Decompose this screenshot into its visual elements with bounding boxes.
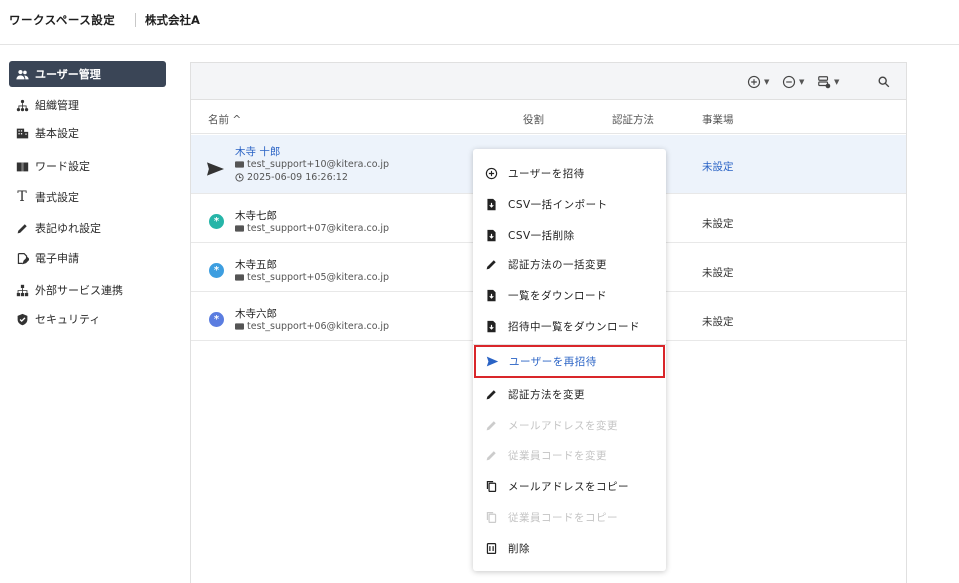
file-import-icon xyxy=(484,197,498,211)
mail-icon xyxy=(235,225,244,232)
add-menu-button[interactable]: ▼ xyxy=(747,73,769,91)
column-header-role[interactable]: 役割 xyxy=(523,112,544,127)
user-site: 未設定 xyxy=(702,218,734,230)
minus-circle-icon xyxy=(782,75,796,89)
file-download-icon xyxy=(484,319,498,333)
user-email: test_support+05@kitera.co.jp xyxy=(235,272,389,283)
menu-item-download-invited[interactable]: 招待中一覧をダウンロード xyxy=(473,313,666,339)
mail-icon xyxy=(235,323,244,330)
sidebar-item-label: 表記ゆれ設定 xyxy=(35,222,101,235)
sidebar-item-word-settings[interactable]: ワード設定 xyxy=(9,153,166,179)
menu-item-copy-email[interactable]: メールアドレスをコピー xyxy=(473,473,666,499)
filter-menu-button[interactable]: ▼ xyxy=(817,73,839,91)
users-icon xyxy=(15,67,29,81)
sidebar-item-label: ワード設定 xyxy=(35,160,90,173)
book-icon xyxy=(15,159,29,173)
menu-item-invite-user[interactable]: ユーザーを招待 xyxy=(473,160,666,186)
mail-icon xyxy=(235,274,244,281)
sidebar-item-label: ユーザー管理 xyxy=(35,68,101,81)
sidebar-item-notation-settings[interactable]: 表記ゆれ設定 xyxy=(9,215,166,241)
context-menu: ユーザーを招待 CSV一括インポート CSV一括削除 認証方法の一括変更 一覧を… xyxy=(473,149,666,571)
pencil-icon xyxy=(484,448,498,462)
sidebar-item-label: 組織管理 xyxy=(35,99,79,112)
sidebar-item-user-management[interactable]: ユーザー管理 xyxy=(9,61,166,87)
sidebar-item-label: 書式設定 xyxy=(35,191,79,204)
page-title: ワークスペース設定 xyxy=(9,13,116,27)
user-name: 木寺 十郎 xyxy=(235,146,281,158)
send-icon xyxy=(207,162,224,176)
org-tree-icon xyxy=(15,98,29,112)
sidebar-item-e-application[interactable]: 電子申請 xyxy=(9,245,166,271)
menu-item-csv-delete[interactable]: CSV一括削除 xyxy=(473,222,666,248)
sidebar-item-label: 基本設定 xyxy=(35,127,79,140)
menu-item-change-employee-code[interactable]: 従業員コードを変更 xyxy=(473,442,666,468)
user-site: 未設定 xyxy=(702,267,734,279)
file-download-icon xyxy=(484,288,498,302)
clock-icon xyxy=(235,173,244,182)
menu-item-reinvite-user[interactable]: ユーザーを再招待 xyxy=(474,345,665,378)
user-email: test_support+07@kitera.co.jp xyxy=(235,223,389,234)
sidebar-item-label: 外部サービス連携 xyxy=(35,284,123,297)
copy-icon xyxy=(484,479,498,493)
plus-circle-icon xyxy=(747,75,761,89)
chevron-down-icon: ▼ xyxy=(764,78,770,86)
user-email: test_support+10@kitera.co.jp xyxy=(235,159,389,170)
chevron-down-icon: ▼ xyxy=(834,78,840,86)
pencil-icon xyxy=(484,387,498,401)
network-icon xyxy=(15,283,29,297)
menu-item-change-email[interactable]: メールアドレスを変更 xyxy=(473,412,666,438)
menu-item-bulk-auth-change[interactable]: 認証方法の一括変更 xyxy=(473,251,666,277)
menu-item-download-list[interactable]: 一覧をダウンロード xyxy=(473,282,666,308)
pencil-icon xyxy=(15,221,29,235)
pencil-icon xyxy=(484,257,498,271)
organization-name: 株式会社A xyxy=(145,13,200,27)
pencil-icon xyxy=(484,418,498,432)
sidebar-item-external-services[interactable]: 外部サービス連携 xyxy=(9,277,166,303)
table-header: 名前 ^ 役割 認証方法 事業場 xyxy=(191,101,906,134)
shield-icon xyxy=(15,312,29,326)
toolbar: ▼ ▼ ▼ xyxy=(191,63,906,100)
column-header-site[interactable]: 事業場 xyxy=(702,112,734,127)
sidebar-item-basic-settings[interactable]: 基本設定 xyxy=(9,120,166,146)
text-format-icon: T xyxy=(17,189,27,205)
column-header-auth[interactable]: 認証方法 xyxy=(612,112,654,127)
chevron-down-icon: ▼ xyxy=(799,78,805,86)
page-header: ワークスペース設定 株式会社A xyxy=(0,0,959,45)
menu-item-change-auth[interactable]: 認証方法を変更 xyxy=(473,381,666,407)
sidebar-item-label: セキュリティ xyxy=(35,313,101,326)
sidebar-item-format-settings[interactable]: T 書式設定 xyxy=(9,184,166,210)
file-delete-icon xyxy=(484,228,498,242)
trash-icon xyxy=(484,541,498,555)
sidebar-item-org-management[interactable]: 組織管理 xyxy=(9,92,166,118)
sidebar-item-label: 電子申請 xyxy=(35,252,79,265)
menu-item-delete[interactable]: 削除 xyxy=(473,535,666,561)
search-icon xyxy=(878,76,890,88)
building-icon xyxy=(15,126,29,140)
user-name: 木寺七郎 xyxy=(235,210,277,222)
menu-item-copy-employee-code[interactable]: 従業員コードをコピー xyxy=(473,504,666,530)
user-name: 木寺五郎 xyxy=(235,259,277,271)
user-name: 木寺六郎 xyxy=(235,308,277,320)
avatar: * xyxy=(209,312,224,327)
send-icon xyxy=(485,355,499,369)
doc-sign-icon xyxy=(15,251,29,265)
avatar: * xyxy=(209,263,224,278)
mail-icon xyxy=(235,161,244,168)
remove-menu-button[interactable]: ▼ xyxy=(782,73,804,91)
search-button[interactable] xyxy=(877,73,891,91)
sidebar-item-security[interactable]: セキュリティ xyxy=(9,306,166,332)
user-site: 未設定 xyxy=(702,161,734,173)
invite-timestamp: 2025-06-09 16:26:12 xyxy=(235,172,348,183)
user-email: test_support+06@kitera.co.jp xyxy=(235,321,389,332)
copy-icon xyxy=(484,510,498,524)
plus-circle-icon xyxy=(484,166,498,180)
avatar: * xyxy=(209,214,224,229)
filter-settings-icon xyxy=(818,76,831,89)
menu-item-csv-import[interactable]: CSV一括インポート xyxy=(473,191,666,217)
user-site: 未設定 xyxy=(702,316,734,328)
column-header-name[interactable]: 名前 ^ xyxy=(208,112,241,127)
header-divider xyxy=(135,13,136,27)
